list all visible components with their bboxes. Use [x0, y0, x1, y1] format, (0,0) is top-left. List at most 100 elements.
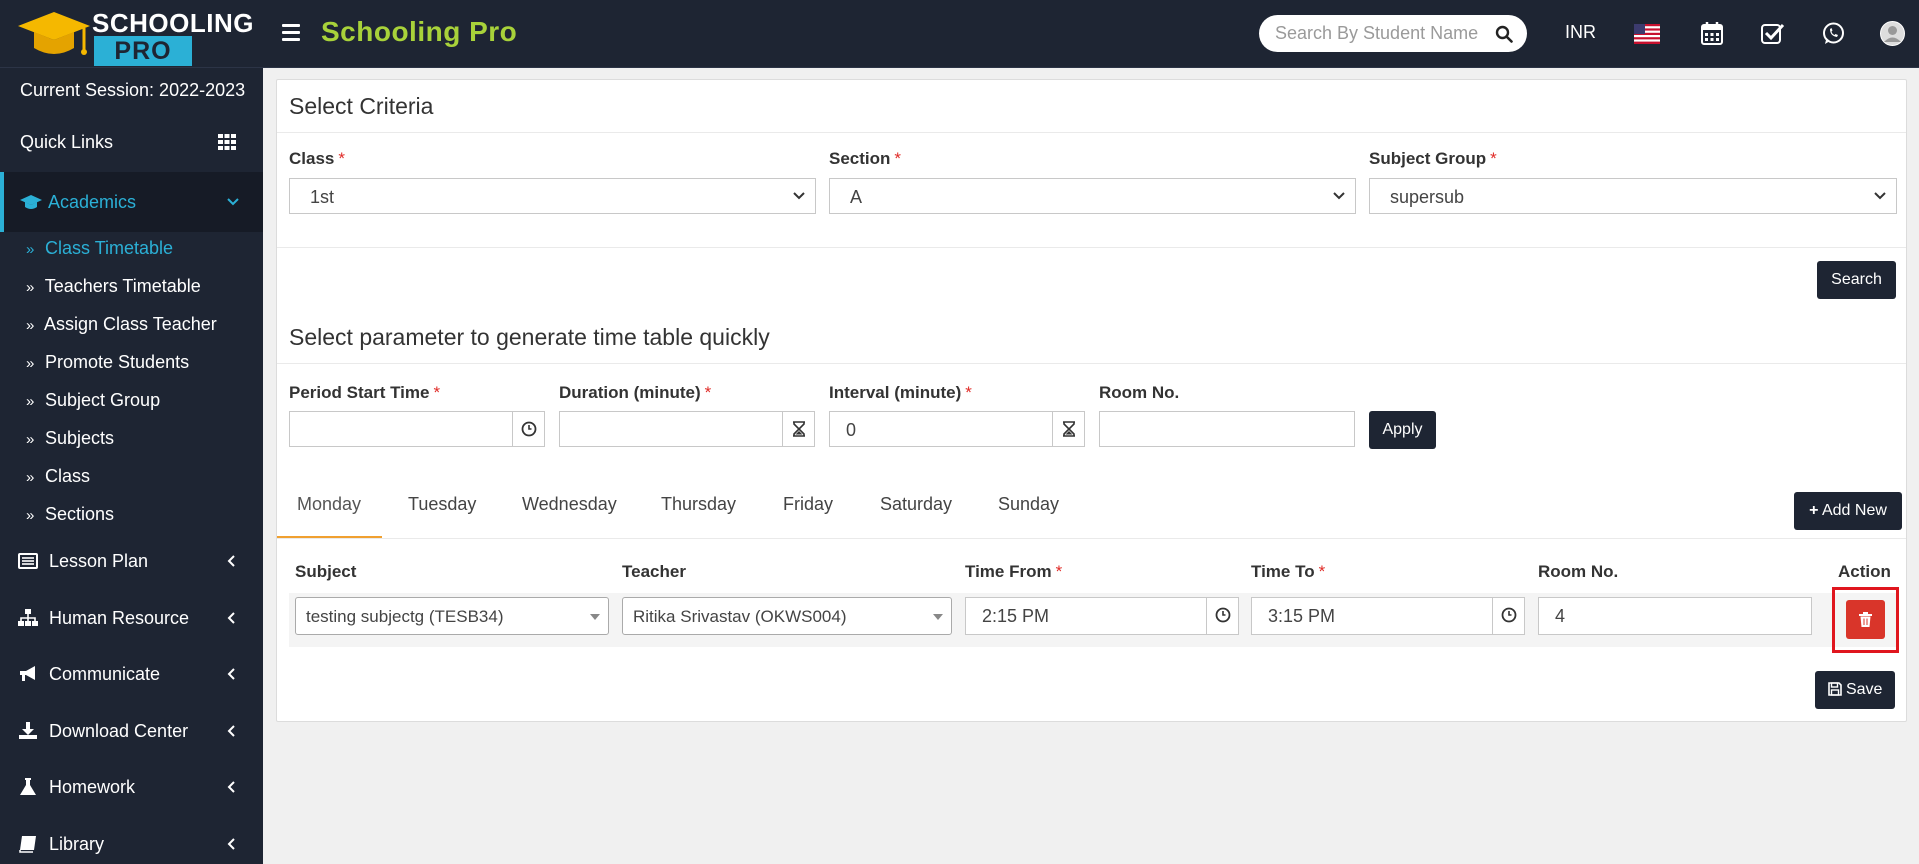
hourglass-addon[interactable]	[1052, 412, 1084, 446]
book-icon	[19, 836, 36, 853]
divider	[277, 247, 1906, 248]
section-label: Section *	[829, 149, 902, 168]
quick-links[interactable]: Quick Links	[20, 132, 113, 153]
tab-monday[interactable]: Monday	[297, 494, 361, 515]
sidebar-subitem-class-timetable[interactable]: » Class Timetable	[26, 238, 173, 259]
row-room-no-input[interactable]: 4	[1538, 597, 1812, 635]
hamburger-menu-icon[interactable]	[282, 24, 300, 44]
chevron-down-icon	[227, 198, 239, 206]
double-chevron-right-icon: »	[26, 393, 35, 410]
room-no-label: Room No.	[1099, 383, 1180, 402]
sidebar: Current Session: 2022-2023 Quick Links A…	[0, 68, 263, 864]
interval-input[interactable]: 0	[829, 411, 1085, 447]
row-time-from-input[interactable]: 2:15 PM	[965, 597, 1239, 635]
double-chevron-right-icon: »	[26, 355, 35, 372]
column-header-time-to: Time To *	[1251, 562, 1326, 581]
student-search	[1259, 15, 1527, 52]
column-header-subject: Subject	[295, 562, 357, 581]
bullhorn-icon	[20, 666, 35, 681]
sidebar-item-human-resource[interactable]: Human Resource	[0, 594, 263, 644]
chevron-down-icon	[793, 192, 805, 200]
column-header-teacher: Teacher	[622, 562, 686, 581]
us-flag-icon[interactable]	[1634, 24, 1660, 44]
caret-down-icon	[590, 614, 600, 620]
apply-button[interactable]: Apply	[1369, 411, 1436, 449]
row-teacher-select[interactable]: Ritika Srivastav (OKWS004)	[622, 597, 952, 635]
chevron-left-icon	[227, 555, 235, 567]
student-search-input[interactable]	[1275, 15, 1485, 52]
sidebar-item-lesson-plan[interactable]: Lesson Plan	[0, 537, 263, 587]
double-chevron-right-icon: »	[26, 241, 35, 258]
hourglass-icon	[1063, 421, 1075, 437]
sidebar-subitem-assign-class-teacher[interactable]: » Assign Class Teacher	[26, 314, 217, 335]
subject-group-select[interactable]: supersub	[1369, 178, 1897, 214]
double-chevron-right-icon: »	[26, 431, 35, 448]
chevron-left-icon	[227, 781, 235, 793]
tab-thursday[interactable]: Thursday	[661, 494, 736, 515]
hourglass-addon[interactable]	[782, 412, 814, 446]
sidebar-subitem-subjects[interactable]: » Subjects	[26, 428, 114, 449]
caret-down-icon	[933, 614, 943, 620]
task-check-icon[interactable]	[1761, 23, 1784, 44]
currency-selector[interactable]: INR	[1565, 22, 1596, 43]
sidebar-item-library[interactable]: Library	[0, 820, 263, 864]
grid-icon[interactable]	[218, 134, 236, 150]
row-time-to-input[interactable]: 3:15 PM	[1251, 597, 1525, 635]
calendar-icon[interactable]	[1701, 22, 1723, 45]
select-criteria-title: Select Criteria	[289, 93, 434, 119]
sidebar-item-download-center[interactable]: Download Center	[0, 707, 263, 757]
clock-addon[interactable]	[1492, 598, 1524, 634]
chevron-left-icon	[227, 612, 235, 624]
trash-icon	[1859, 612, 1872, 627]
search-icon[interactable]	[1495, 25, 1513, 43]
top-navbar: SCHOOLING PRO Schooling Pro INR	[0, 0, 1919, 68]
sidebar-item-communicate[interactable]: Communicate	[0, 650, 263, 700]
sidebar-subitem-class[interactable]: » Class	[26, 466, 90, 487]
interval-label: Interval (minute) *	[829, 383, 972, 402]
delete-row-button[interactable]	[1846, 600, 1885, 639]
logo-text-schooling: SCHOOLING	[92, 8, 254, 38]
tab-saturday[interactable]: Saturday	[880, 494, 952, 515]
sidebar-subitem-teachers-timetable[interactable]: » Teachers Timetable	[26, 276, 201, 297]
chevron-left-icon	[227, 725, 235, 737]
section-select[interactable]: A	[829, 178, 1356, 214]
save-button[interactable]: Save	[1815, 671, 1895, 709]
class-select[interactable]: 1st	[289, 178, 816, 214]
tab-sunday[interactable]: Sunday	[998, 494, 1059, 515]
clock-addon[interactable]	[1206, 598, 1238, 634]
sidebar-item-label: Human Resource	[49, 608, 190, 628]
tab-wednesday[interactable]: Wednesday	[522, 494, 617, 515]
chevron-down-icon	[1874, 192, 1886, 200]
sidebar-item-academics[interactable]: Academics	[0, 172, 263, 232]
params-title: Select parameter to generate time table …	[289, 324, 770, 350]
sidebar-subitem-promote-students[interactable]: » Promote Students	[26, 352, 189, 373]
chevron-down-icon	[1333, 192, 1345, 200]
room-no-input[interactable]	[1099, 411, 1355, 447]
tab-friday[interactable]: Friday	[783, 494, 833, 515]
period-start-time-input[interactable]	[289, 411, 545, 447]
current-session[interactable]: Current Session: 2022-2023	[20, 80, 245, 101]
timetable-panel: Select Criteria Class * 1st Section * A Su…	[276, 79, 1907, 722]
user-avatar-icon[interactable]	[1880, 21, 1905, 46]
search-button[interactable]: Search	[1817, 261, 1896, 299]
duration-input[interactable]	[559, 411, 815, 447]
chevron-left-icon	[227, 838, 235, 850]
sidebar-subitem-subject-group[interactable]: » Subject Group	[26, 390, 160, 411]
clock-icon	[1501, 607, 1517, 623]
divider	[277, 538, 1906, 539]
column-header-time-from: Time From *	[965, 562, 1063, 581]
add-new-button[interactable]: + Add New	[1794, 492, 1902, 530]
sidebar-item-homework[interactable]: Homework	[0, 763, 263, 813]
sidebar-subitem-sections[interactable]: » Sections	[26, 504, 114, 525]
app-title: Schooling Pro	[321, 16, 518, 47]
clock-addon[interactable]	[512, 412, 544, 446]
duration-label: Duration (minute) *	[559, 383, 712, 402]
row-subject-select[interactable]: testing subjectg (TESB34)	[295, 597, 609, 635]
whatsapp-icon[interactable]	[1822, 22, 1845, 45]
double-chevron-right-icon: »	[26, 507, 35, 524]
logo[interactable]: SCHOOLING PRO	[18, 6, 253, 66]
subject-group-label: Subject Group *	[1369, 149, 1497, 168]
class-label: Class *	[289, 149, 345, 168]
chevron-left-icon	[227, 668, 235, 680]
tab-tuesday[interactable]: Tuesday	[408, 494, 476, 515]
